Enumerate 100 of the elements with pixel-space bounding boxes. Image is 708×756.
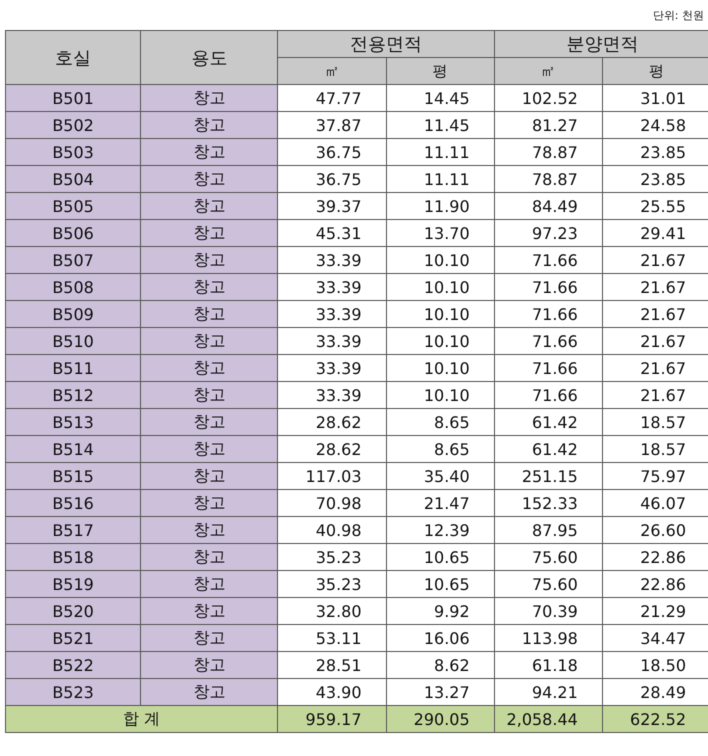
table-cell: B502	[6, 112, 141, 138]
table-cell: 33.39	[278, 274, 386, 300]
unit-note: 단위: 천원	[652, 8, 704, 22]
column-header: 평	[386, 58, 494, 84]
table-cell: 창고	[140, 490, 278, 516]
table-cell: B521	[6, 624, 141, 652]
table-cell: 61.18	[494, 652, 602, 678]
table-cell: 47.77	[278, 84, 386, 112]
table-cell: 8.65	[386, 436, 494, 462]
table-cell: 12.39	[386, 516, 494, 544]
table-cell: 71.66	[494, 382, 602, 408]
table-cell: 2,058.44	[494, 706, 602, 732]
table-cell: 11.11	[386, 138, 494, 166]
table-cell: 40.98	[278, 516, 386, 544]
table-cell: B507	[6, 246, 141, 274]
table-cell: 37.87	[278, 112, 386, 138]
column-header: 평	[602, 58, 708, 84]
table-cell: 75.60	[494, 544, 602, 570]
table-cell: 28.62	[278, 408, 386, 436]
table-cell: 창고	[140, 112, 278, 138]
table-cell: 창고	[140, 84, 278, 112]
table-cell: 28.51	[278, 652, 386, 678]
table-cell: B510	[6, 328, 141, 354]
table-cell: 36.75	[278, 138, 386, 166]
column-header: 호실	[6, 30, 141, 84]
table-cell: 87.95	[494, 516, 602, 544]
table-cell: 10.10	[386, 328, 494, 354]
table-cell: 10.65	[386, 570, 494, 598]
table-cell: 창고	[140, 354, 278, 382]
table-cell: 33.39	[278, 246, 386, 274]
table-cell: 75.60	[494, 570, 602, 598]
table-cell: 창고	[140, 328, 278, 354]
column-header: 전용면적	[278, 30, 494, 58]
column-header: 용도	[140, 30, 278, 84]
table-cell: 78.87	[494, 138, 602, 166]
table-cell: 창고	[140, 652, 278, 678]
table-cell: B501	[6, 84, 141, 112]
table-cell: 창고	[140, 246, 278, 274]
table-cell: B511	[6, 354, 141, 382]
table-cell: 28.62	[278, 436, 386, 462]
table-cell: B523	[6, 678, 141, 706]
table-cell: 71.66	[494, 246, 602, 274]
table-cell: 33.39	[278, 354, 386, 382]
table-cell: 33.39	[278, 300, 386, 328]
table-cell: B503	[6, 138, 141, 166]
table-cell: 16.06	[386, 624, 494, 652]
table-cell: 36.75	[278, 166, 386, 192]
table-cell: 10.10	[386, 300, 494, 328]
table-cell: 창고	[140, 598, 278, 624]
table-cell: 8.62	[386, 652, 494, 678]
table-cell: 10.10	[386, 382, 494, 408]
table-cell: 70.98	[278, 490, 386, 516]
table-cell: 152.33	[494, 490, 602, 516]
table-cell: 71.66	[494, 274, 602, 300]
table-cell: B522	[6, 652, 141, 678]
table-cell: 창고	[140, 544, 278, 570]
table-cell: 290.05	[386, 706, 494, 732]
table-cell: 35.40	[386, 462, 494, 490]
table-cell: B506	[6, 220, 141, 246]
table-cell: 8.65	[386, 408, 494, 436]
table-cell: 33.39	[278, 328, 386, 354]
table-cell: B518	[6, 544, 141, 570]
table-cell: B504	[6, 166, 141, 192]
table-cell: 35.23	[278, 544, 386, 570]
table-cell: 창고	[140, 516, 278, 544]
table-cell: 32.80	[278, 598, 386, 624]
table-cell: 622.52	[602, 706, 708, 732]
table-cell: 창고	[140, 274, 278, 300]
table-cell: B516	[6, 490, 141, 516]
column-header: ㎡	[494, 58, 602, 84]
table-cell: 창고	[140, 678, 278, 706]
table-cell: B517	[6, 516, 141, 544]
table-cell: 10.10	[386, 246, 494, 274]
table-cell: 창고	[140, 300, 278, 328]
table-cell: 45.31	[278, 220, 386, 246]
table-cell: 61.42	[494, 436, 602, 462]
table-cell: 35.23	[278, 570, 386, 598]
table-cell: 합 계	[6, 706, 278, 732]
table-cell: 71.66	[494, 328, 602, 354]
table-cell: 창고	[140, 138, 278, 166]
table-cell: 97.23	[494, 220, 602, 246]
table-cell: 창고	[140, 382, 278, 408]
table-cell: 81.27	[494, 112, 602, 138]
column-header: 분양면적	[494, 30, 708, 58]
table-cell: 11.90	[386, 192, 494, 220]
table-cell: B509	[6, 300, 141, 328]
table-cell: 창고	[140, 192, 278, 220]
table-cell: 창고	[140, 624, 278, 652]
table-cell: 33.39	[278, 382, 386, 408]
table-cell: B514	[6, 436, 141, 462]
table-cell: 10.65	[386, 544, 494, 570]
table-cell: 117.03	[278, 462, 386, 490]
table-cell: 창고	[140, 408, 278, 436]
table-cell: 10.10	[386, 274, 494, 300]
table-cell: B512	[6, 382, 141, 408]
table-cell: 창고	[140, 220, 278, 246]
table-cell: 창고	[140, 166, 278, 192]
table-cell: 78.87	[494, 166, 602, 192]
table-cell: 102.52	[494, 84, 602, 112]
table-cell: B513	[6, 408, 141, 436]
